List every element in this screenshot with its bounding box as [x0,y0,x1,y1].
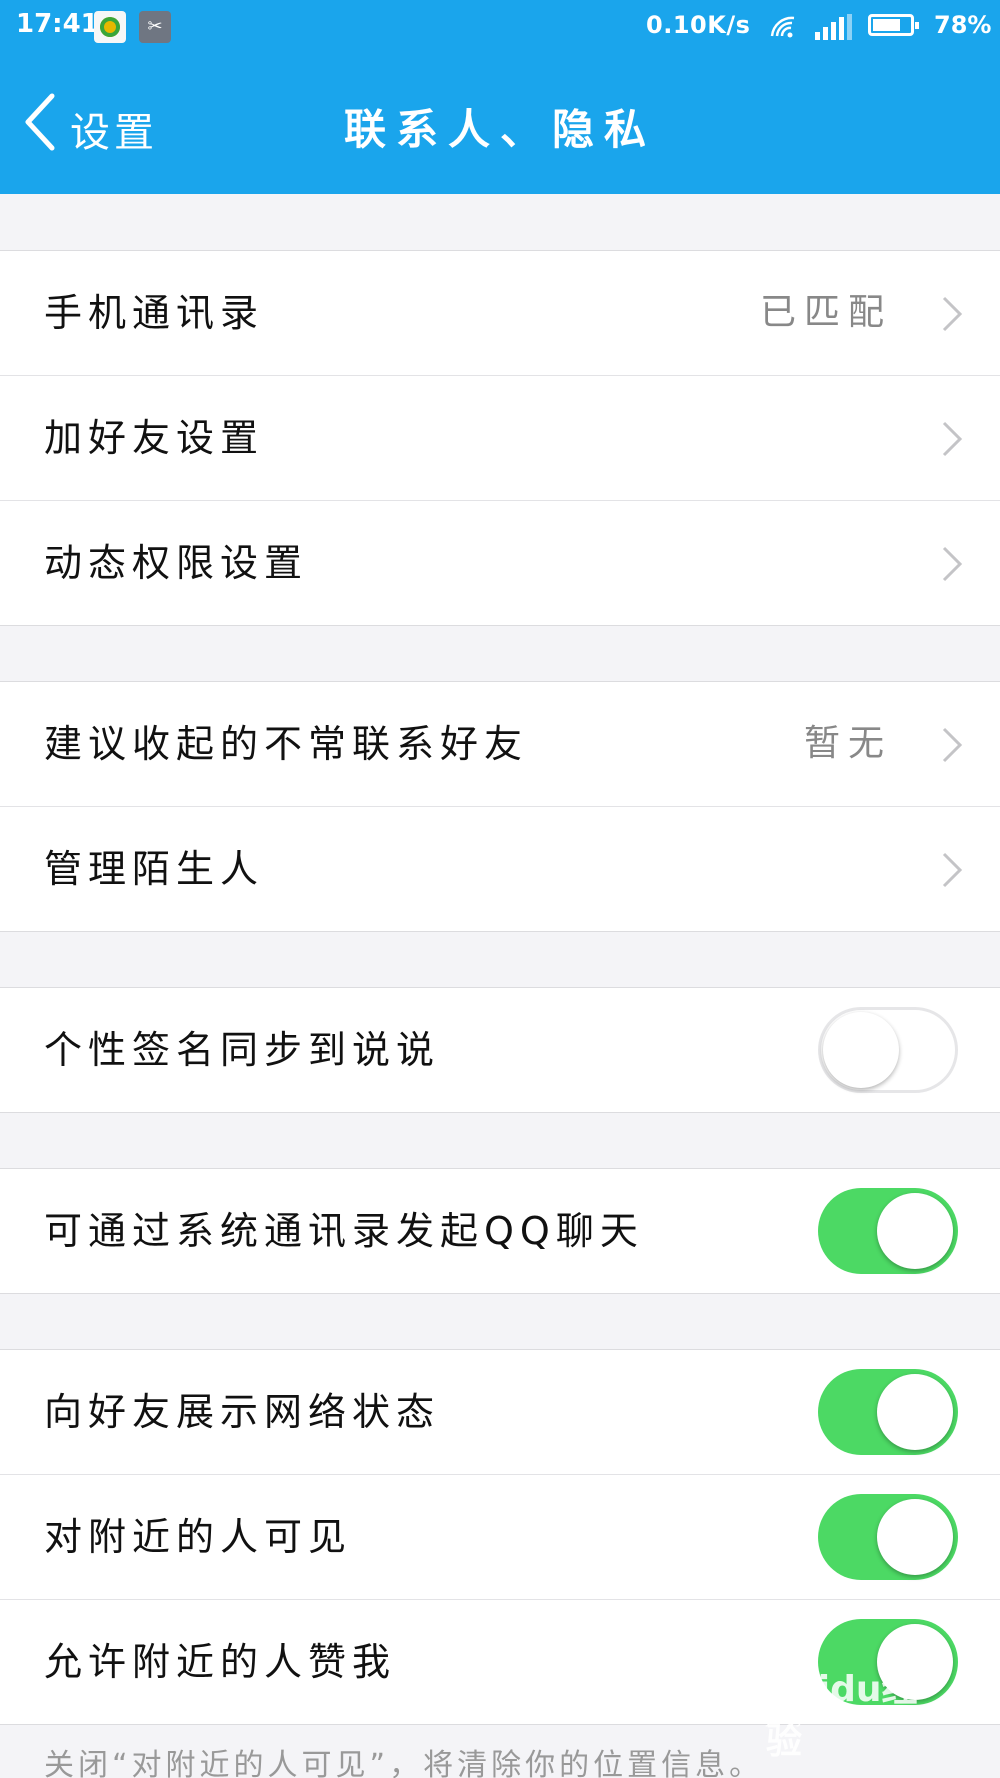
status-bar: 17:41 ✂ 0.10K/s 78% [0,0,1000,52]
watermark-sub: jingyan.baidu.com [766,1708,914,1727]
row-phone-contacts[interactable]: 手机通讯录 已匹配 [0,251,1000,376]
row-show-network-status: 向好友展示网络状态 [0,1350,1000,1475]
row-system-contacts-chat: 可通过系统通讯录发起QQ聊天 [0,1169,1000,1293]
row-label: 加好友设置 [44,416,265,460]
chevron-right-icon [942,727,963,763]
status-time: 17:41 [16,9,99,39]
row-label: 个性签名同步到说说 [44,1028,441,1072]
screen: 17:41 ✂ 0.10K/s 78% 设置 联系人、隐私 手机通讯录 已匹配 … [0,0,1000,1778]
network-speed: 0.10K/s [646,11,751,39]
row-value: 暂无 [803,723,892,764]
chevron-right-icon [942,296,963,332]
row-label: 允许附近的人赞我 [44,1640,397,1684]
row-label: 建议收起的不常联系好友 [44,722,529,766]
page-title: 联系人、隐私 [343,105,656,154]
qq-security-icon [94,11,126,43]
back-label: 设置 [70,110,158,156]
row-signature-sync: 个性签名同步到说说 [0,988,1000,1112]
chevron-right-icon [942,852,963,888]
row-visible-to-nearby: 对附近的人可见 [0,1475,1000,1600]
settings-group-signature: 个性签名同步到说说 [0,987,1000,1113]
signature-sync-toggle[interactable] [818,1007,958,1093]
row-feed-permissions[interactable]: 动态权限设置 [0,501,1000,625]
row-add-friend-settings[interactable]: 加好友设置 [0,376,1000,501]
row-value: 已匹配 [759,292,892,333]
network-status-toggle[interactable] [818,1369,958,1455]
row-manage-strangers[interactable]: 管理陌生人 [0,807,1000,931]
battery-icon [868,14,919,36]
baidu-watermark: Baidu经验 jingyan.baidu.com [766,1660,946,1762]
row-label: 动态权限设置 [44,541,309,585]
back-button[interactable]: 设置 [22,92,192,156]
settings-group-friends: 建议收起的不常联系好友 暂无 管理陌生人 [0,681,1000,932]
wifi-icon [770,16,795,38]
chevron-left-icon [25,93,55,151]
signal-icon [815,14,852,40]
row-label: 对附近的人可见 [44,1515,353,1559]
row-label: 管理陌生人 [44,847,265,891]
nearby-visible-toggle[interactable] [818,1494,958,1580]
footnote: 关闭“对附近的人可见”，将清除你的位置信息。 [44,1748,764,1778]
settings-group-contacts: 手机通讯录 已匹配 加好友设置 动态权限设置 [0,250,1000,626]
row-inactive-friends[interactable]: 建议收起的不常联系好友 暂无 [0,682,1000,807]
row-label: 向好友展示网络状态 [44,1390,441,1434]
settings-group-system-contacts: 可通过系统通讯录发起QQ聊天 [0,1168,1000,1294]
battery-percent: 78% [934,11,992,39]
system-contacts-chat-toggle[interactable] [818,1188,958,1274]
chevron-right-icon [942,546,963,582]
nav-bar: 设置 联系人、隐私 [0,52,1000,194]
row-label: 手机通讯录 [44,291,265,335]
scissors-icon: ✂ [139,11,171,43]
row-label: 可通过系统通讯录发起QQ聊天 [44,1209,644,1253]
chevron-right-icon [942,421,963,457]
